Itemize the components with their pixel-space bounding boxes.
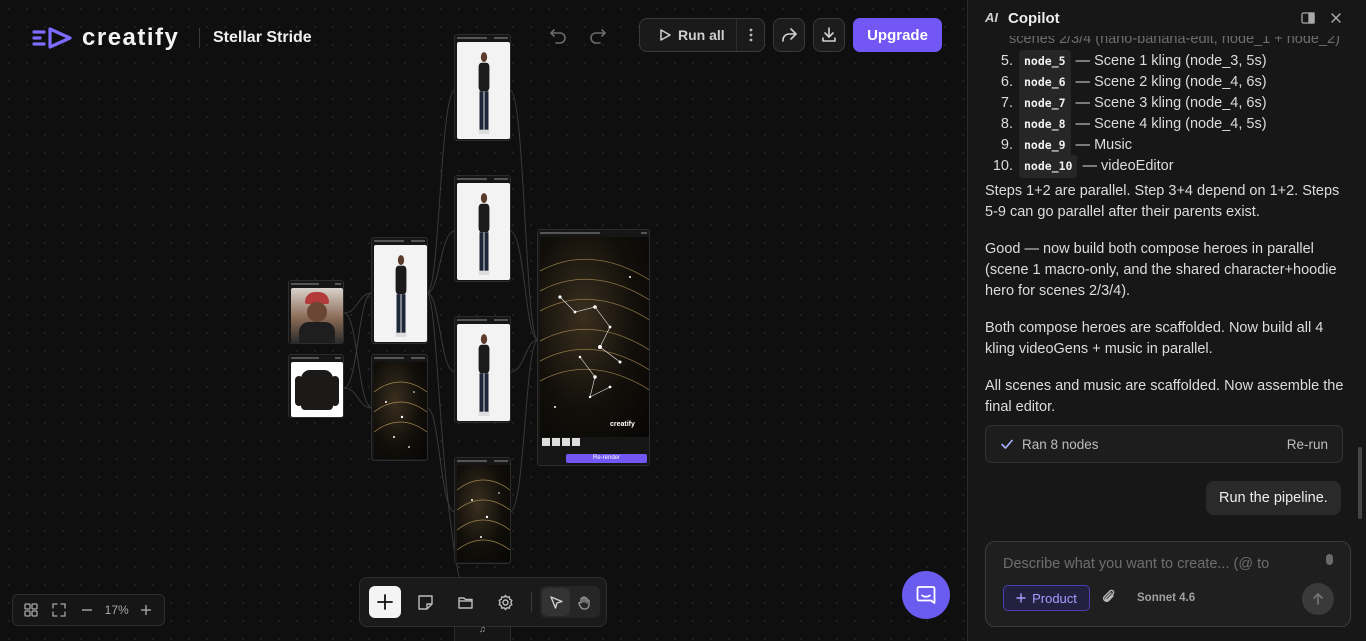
share-icon bbox=[782, 28, 797, 42]
scene-3-preview bbox=[457, 324, 510, 421]
plan-step: 10. node_10— videoEditor bbox=[985, 155, 1345, 178]
video-editor-logo: creatify bbox=[610, 421, 635, 428]
zoom-out-icon[interactable] bbox=[76, 599, 98, 621]
hand-pan-icon[interactable] bbox=[570, 588, 598, 616]
zoom-in-icon[interactable] bbox=[135, 599, 157, 621]
brand-name: creatify bbox=[82, 24, 180, 51]
folder-icon[interactable] bbox=[449, 586, 481, 618]
workflow-canvas[interactable]: ♫ creatify Re-render creatify Stellar St… bbox=[0, 0, 967, 641]
node-scene-kling-3[interactable] bbox=[454, 316, 511, 423]
node-compose-hero-macro[interactable] bbox=[371, 354, 428, 461]
node-video-editor[interactable]: creatify Re-render bbox=[537, 229, 650, 466]
ran-nodes-label: Ran 8 nodes bbox=[1022, 436, 1099, 452]
play-icon bbox=[660, 29, 671, 41]
scene-4-preview bbox=[457, 465, 510, 562]
node-id-code: node_7 bbox=[1019, 92, 1071, 115]
assistant-paragraph: Both compose heroes are scaffolded. Now … bbox=[985, 320, 1324, 357]
node-toolbar bbox=[359, 577, 607, 627]
assistant-paragraph: Steps 1+2 are parallel. Step 3+4 depend … bbox=[985, 183, 1340, 220]
node-id-code: node_10 bbox=[1019, 155, 1078, 178]
plan-step: 7. node_7— Scene 3 kling (node_4, 6s) bbox=[985, 92, 1345, 115]
download-icon bbox=[822, 27, 836, 42]
assistant-paragraph: All scenes and music are scaffolded. Now… bbox=[985, 378, 1344, 415]
plan-step: 9. node_9— Music bbox=[985, 134, 1345, 157]
messages-scrollbar[interactable] bbox=[1358, 447, 1362, 519]
creatify-logo-icon bbox=[32, 27, 72, 49]
header-divider bbox=[199, 28, 200, 48]
zoom-level: 17% bbox=[104, 603, 129, 617]
arrow-up-icon bbox=[1313, 593, 1323, 605]
fit-view-icon[interactable] bbox=[48, 599, 70, 621]
node-scene-kling-2[interactable] bbox=[454, 175, 511, 282]
ai-logo-icon: AI bbox=[985, 10, 998, 25]
attachment-icon[interactable] bbox=[1101, 589, 1117, 610]
settings-icon[interactable] bbox=[489, 586, 521, 618]
microphone-icon[interactable] bbox=[1326, 554, 1333, 565]
toolbar-divider bbox=[531, 592, 532, 612]
ran-nodes-status: Ran 8 nodes Re-run bbox=[985, 425, 1343, 463]
run-all-button[interactable]: Run all bbox=[640, 19, 736, 51]
chat-composer[interactable]: Describe what you want to create... (@ t… bbox=[985, 541, 1351, 627]
hoodie-image bbox=[291, 362, 343, 417]
plan-step: 5. node_5— Scene 1 kling (node_3, 5s) bbox=[985, 50, 1345, 73]
select-pointer-icon[interactable] bbox=[542, 588, 570, 616]
project-title[interactable]: Stellar Stride bbox=[213, 29, 312, 47]
undo-icon[interactable] bbox=[545, 22, 571, 48]
redo-icon[interactable] bbox=[585, 22, 611, 48]
send-button[interactable] bbox=[1302, 583, 1334, 615]
product-chip-label: Product bbox=[1032, 590, 1077, 606]
help-chat-button[interactable] bbox=[902, 571, 950, 619]
zoom-controls: 17% bbox=[12, 594, 165, 626]
plus-icon bbox=[1016, 593, 1026, 603]
sticky-note-icon[interactable] bbox=[409, 586, 441, 618]
video-editor-preview: creatify bbox=[540, 237, 649, 437]
plus-icon bbox=[377, 594, 393, 610]
upgrade-button[interactable]: Upgrade bbox=[853, 18, 942, 52]
close-icon[interactable] bbox=[1328, 10, 1344, 26]
node-scene-kling-1[interactable] bbox=[454, 34, 511, 141]
product-chip[interactable]: Product bbox=[1003, 585, 1090, 611]
scene-2-preview bbox=[457, 183, 510, 280]
node-id-code: node_6 bbox=[1019, 71, 1071, 94]
portrait-image bbox=[291, 288, 343, 343]
scene-1-preview bbox=[457, 42, 510, 139]
sidebar-toggle-icon[interactable] bbox=[1300, 10, 1316, 26]
plan-step: 6. node_6— Scene 2 kling (node_4, 6s) bbox=[985, 71, 1345, 94]
node-scene-kling-4[interactable] bbox=[454, 457, 511, 564]
chat-bubble-icon bbox=[916, 586, 936, 604]
download-button[interactable] bbox=[813, 18, 845, 52]
character-hero-image bbox=[374, 245, 427, 342]
assistant-paragraph: Good — now build both compose heroes in … bbox=[985, 241, 1337, 299]
model-selector[interactable]: Sonnet 4.6 bbox=[1137, 592, 1195, 604]
plan-steps-list: 5. node_5— Scene 1 kling (node_3, 5s) 6. n… bbox=[985, 50, 1345, 178]
copilot-panel: scenes 2/3/4 (nano-banana-edit, node_1 +… bbox=[967, 0, 1366, 641]
user-message: Run the pipeline. bbox=[1206, 481, 1341, 515]
brand[interactable]: creatify bbox=[32, 24, 179, 52]
grid-view-icon[interactable] bbox=[20, 599, 42, 621]
cursor-mode-toggle bbox=[540, 586, 600, 618]
plan-step: 8. node_8— Scene 4 kling (node_4, 5s) bbox=[985, 113, 1345, 136]
share-button[interactable] bbox=[773, 18, 805, 52]
rerun-button[interactable]: Re-run bbox=[1287, 437, 1328, 452]
check-icon bbox=[1001, 439, 1013, 449]
rerender-button[interactable]: Re-render bbox=[566, 454, 647, 463]
copilot-title: Copilot bbox=[1008, 10, 1060, 27]
node-compose-hero-character[interactable] bbox=[371, 237, 428, 344]
more-vertical-icon[interactable] bbox=[736, 19, 764, 51]
node-portrait-input[interactable] bbox=[288, 280, 344, 344]
add-node-button[interactable] bbox=[369, 586, 401, 618]
copilot-header: AI Copilot bbox=[968, 0, 1366, 36]
node-id-code: node_5 bbox=[1019, 50, 1071, 73]
video-editor-timeline bbox=[542, 438, 647, 448]
macro-hero-image bbox=[374, 362, 427, 459]
app-root: ♫ creatify Re-render creatify Stellar St… bbox=[0, 0, 1366, 641]
node-hoodie-input[interactable] bbox=[288, 354, 344, 418]
run-all-label: Run all bbox=[678, 27, 725, 43]
copilot-messages: 5. node_5— Scene 1 kling (node_3, 5s) 6. n… bbox=[985, 50, 1345, 418]
node-id-code: node_8 bbox=[1019, 113, 1071, 136]
composer-input[interactable]: Describe what you want to create... (@ t… bbox=[1003, 556, 1269, 572]
node-id-code: node_9 bbox=[1019, 134, 1071, 157]
run-all-group: Run all bbox=[639, 18, 765, 52]
